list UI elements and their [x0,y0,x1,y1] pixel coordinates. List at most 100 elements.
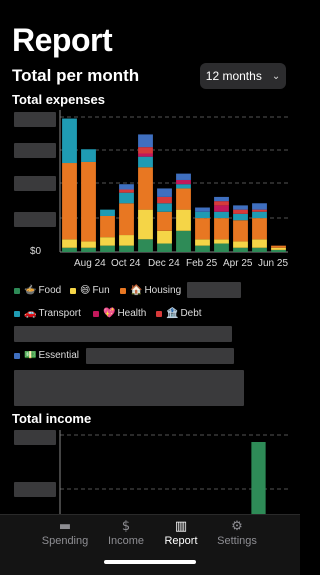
tab-spending[interactable]: ▬ Spending [35,519,95,547]
legend-item-health[interactable]: 💖 Health [93,308,146,319]
legend-item-fun[interactable]: 😄 Fun [70,285,110,296]
bar-segment-debt [138,147,153,154]
legend-swatch [14,287,20,294]
bar-segment-housing [100,215,115,238]
bar-chart-icon: ▥ [174,519,188,534]
camera-icon: ▬ [58,519,72,534]
legend-swatch [156,310,162,317]
y-tick-label-redacted [14,482,56,497]
bar-segment-essential [214,196,229,202]
bar-segment-transport [81,149,96,162]
bar-segment-health [138,153,153,157]
bar-segment-housing [62,163,77,240]
x-tick-label: Feb 25 [186,258,218,269]
bar-segment-fun [176,209,191,231]
legend-item-essential[interactable]: 💵 Essential [14,350,79,361]
transport-emoji-icon: 🚗 [24,308,37,319]
legend-item-food[interactable]: 🍲 Food [14,285,61,296]
bar-segment-debt [233,209,248,214]
bar-segment-fun [195,239,210,246]
bar-segment-fun [214,239,229,244]
home-indicator [104,560,196,564]
tab-label: Report [164,535,198,547]
bar-segment-housing [195,218,210,240]
income-section-title: Total income [12,411,92,426]
dollar-icon: $ [121,519,131,534]
legend-row-redacted [14,326,232,342]
bar-segment-food [81,247,96,252]
bar-segment-fun [81,241,96,248]
income-bar [251,442,266,516]
bar-segment-housing [176,188,191,210]
bar-segment-essential [138,134,153,148]
bar-segment-essential [195,207,210,212]
bar-segment-debt [214,201,229,206]
housing-emoji-icon: 🏠 [130,285,143,296]
food-emoji-icon: 🍲 [24,285,37,296]
bar-segment-housing [81,161,96,242]
fun-emoji-icon: 😄 [80,285,91,296]
bar-segment-fun [157,230,172,244]
bar-segment-essential [233,205,248,210]
legend-label: Transport [38,308,81,319]
bar-segment-transport [138,156,153,168]
bar-segment-housing [233,220,248,242]
legend-label: Debt [180,308,202,319]
bar-segment-housing [138,167,153,210]
bar-segment-transport [176,184,191,189]
bar-segment-transport [233,213,248,221]
legend-item-housing[interactable]: 🏠 Housing [120,285,181,296]
bar-segment-food [195,245,210,252]
bar-segment-transport [214,211,229,219]
x-tick-label: Dec 24 [148,258,180,269]
y-tick-label-redacted [14,176,56,191]
bar-segment-fun [100,237,115,246]
legend-item-debt[interactable]: 🏦 Debt [156,308,202,319]
bar-segment-housing [252,218,267,240]
bar-segment-essential [119,184,134,190]
bar-segment-housing [214,218,229,240]
bar-segment-fun [271,247,286,250]
x-tick-label: Oct 24 [111,258,141,269]
bar-segment-transport [100,209,115,216]
legend-swatch [14,310,20,317]
bar-segment-fun [62,239,77,248]
y-tick-label-redacted [14,212,56,227]
bar-segment-debt [157,196,172,204]
tab-report[interactable]: ▥ Report [151,519,211,547]
legend-label: Housing [144,285,182,296]
bar-segment-debt [252,209,267,212]
y-tick-label-redacted [14,112,56,127]
tab-label: Income [107,535,145,547]
x-tick-label: Jun 25 [258,258,289,269]
bar-segment-transport [195,211,210,219]
legend-swatch [70,287,76,294]
legend-label: Food [38,285,62,296]
tab-label: Settings [217,535,257,547]
bar-segment-fun [119,235,134,246]
legend-swatch [93,310,99,317]
bar-segment-fun [233,241,248,248]
legend-item-redacted [86,348,234,364]
bar-segment-food [119,245,134,252]
legend-label: Essential [38,350,80,361]
gear-icon: ⚙ [231,519,243,534]
bar-segment-food [214,243,229,252]
legend-swatch [14,352,20,359]
bar-segment-fun [252,239,267,248]
bar-segment-essential [157,188,172,197]
legend-label: Fun [92,285,110,296]
debt-emoji-icon: 🏦 [166,308,179,319]
x-tick-label: Aug 24 [74,258,106,269]
legend-item-transport[interactable]: 🚗 Transport [14,308,81,319]
tab-income[interactable]: $ Income [96,519,156,547]
bar-segment-housing [157,211,172,231]
bar-segment-transport [252,211,267,219]
tab-settings[interactable]: ⚙ Settings [207,519,267,547]
bar-segment-transport [62,118,77,164]
bar-segment-food [62,247,77,252]
legend-item-redacted [187,282,241,298]
bar-segment-health [214,205,229,212]
bar-segment-essential [252,203,267,210]
bar-segment-food [233,247,248,252]
